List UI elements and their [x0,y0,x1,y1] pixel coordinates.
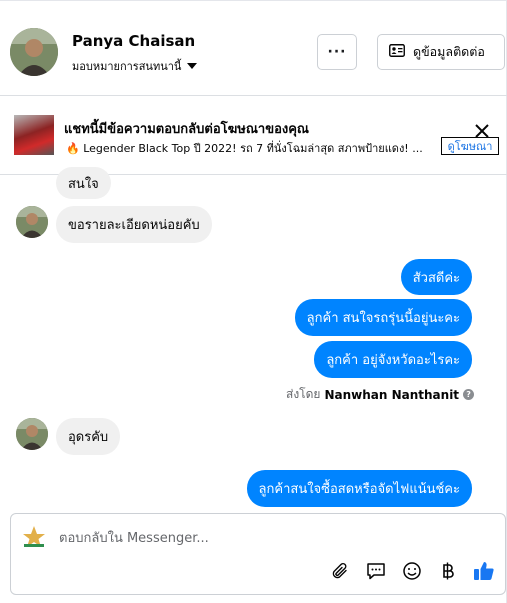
baht-icon[interactable] [437,560,459,582]
contact-name[interactable]: Panya Chaisan [72,32,195,50]
assign-label: มอบหมายการสนทนานี้ [72,60,182,73]
speech-bubble-icon[interactable] [365,560,387,582]
emoji-icon[interactable] [401,560,423,582]
conversation-panel: Panya Chaisan มอบหมายการสนทนานี้ ··· ดูข… [0,0,507,603]
contact-card-icon [389,44,405,60]
avatar [16,418,48,450]
thumbs-up-icon[interactable] [473,560,495,582]
ad-thumbnail [14,115,54,155]
reply-input[interactable] [59,528,479,548]
view-contact-label: ดูข้อมูลติดต่อ [413,44,485,59]
help-icon[interactable]: ? [463,389,475,400]
view-ad-link[interactable]: ดูโฆษณา [441,137,499,155]
message-incoming[interactable]: ขอรายละเอียดหน่อยคับ [56,206,212,243]
assign-dropdown[interactable]: มอบหมายการสนทนานี้ [72,57,198,75]
view-contact-button[interactable]: ดูข้อมูลติดต่อ [377,34,505,70]
reply-composer [10,513,506,595]
chevron-down-icon [187,63,198,69]
avatar [16,206,48,238]
page-logo [21,524,47,550]
close-icon[interactable] [474,123,490,139]
sent-by-indicator: ส่งโดย Nanwhan Nanthanit ? [286,385,475,404]
paperclip-icon[interactable] [329,560,351,582]
conversation-header: Panya Chaisan มอบหมายการสนทนานี้ ··· ดูข… [0,0,507,96]
message-incoming[interactable]: สนใจ [56,167,111,199]
more-options-button[interactable]: ··· [317,34,357,70]
avatar[interactable] [10,28,58,76]
sent-by-prefix: ส่งโดย [286,387,321,401]
ad-banner-title: แชทนี้มีข้อความตอบกลับต่อโฆษณาของคุณ [64,122,309,137]
message-incoming[interactable]: อุดรคับ [56,418,121,455]
message-outgoing[interactable]: ลูกค้า สนใจรถรุ่นนี้อยู่นะคะ [294,299,472,336]
ad-reply-banner: แชทนี้มีข้อความตอบกลับต่อโฆษณาของคุณ 🔥 L… [0,97,507,175]
message-outgoing[interactable]: ลูกค้า อยู่จังหวัดอะไรคะ [314,341,472,378]
message-outgoing[interactable]: สัวสดีค่ะ [400,259,472,295]
sender-name: Nanwhan Nanthanit [324,387,460,402]
composer-toolbar [329,560,495,582]
message-outgoing[interactable]: ลูกค้าสนใจซื้อสดหรือจัดไฟแน้นช์คะ [246,470,472,507]
ad-banner-description: 🔥 Legender Black Top ปี 2022! รถ 7 ที่นั… [66,142,423,155]
